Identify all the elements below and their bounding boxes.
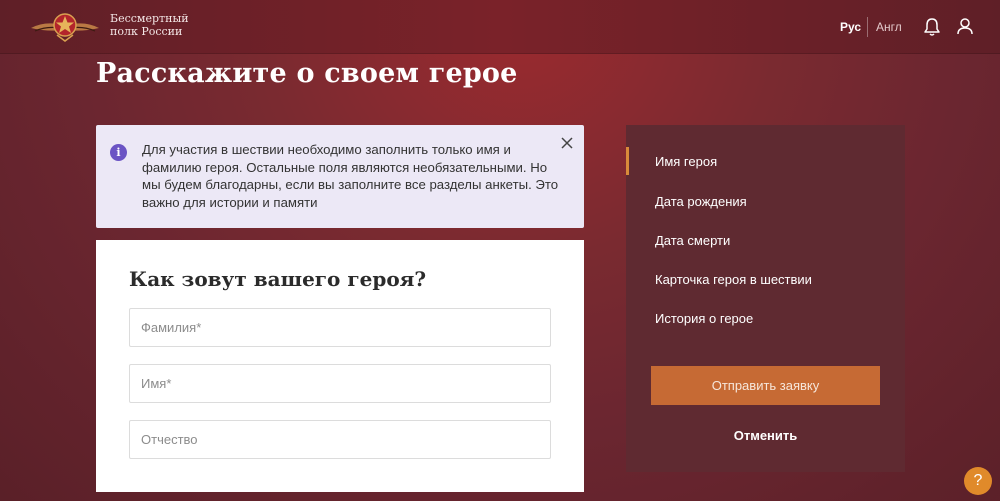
info-text: Для участия в шествии необходимо заполни… [142, 142, 559, 210]
sidebar-item-hero-name[interactable]: Имя героя [655, 154, 717, 169]
close-icon[interactable] [559, 135, 575, 151]
sidebar-item-hero-story[interactable]: История о герое [655, 311, 753, 326]
lang-ru-option[interactable]: Рус [840, 20, 861, 34]
form-title: Как зовут вашего героя? [129, 267, 427, 291]
section-sidebar: Имя героя Дата рождения Дата смерти Карт… [626, 125, 905, 472]
help-button[interactable]: ? [964, 467, 992, 495]
sidebar-item-parade-card[interactable]: Карточка героя в шествии [655, 272, 812, 287]
hero-name-form: Как зовут вашего героя? [96, 240, 584, 492]
submit-application-button[interactable]: Отправить заявку [651, 366, 880, 405]
patronymic-input[interactable] [129, 420, 551, 459]
sidebar-item-death-date[interactable]: Дата смерти [655, 233, 730, 248]
page-title: Расскажите о своем герое [96, 58, 518, 89]
info-notice: i Для участия в шествии необходимо запол… [96, 125, 584, 228]
brand-name[interactable]: Бессмертный полк России [110, 12, 200, 38]
info-icon: i [110, 144, 127, 161]
brand-line-2: полк России [110, 25, 183, 38]
first-name-input[interactable] [129, 364, 551, 403]
sidebar-item-birth-date[interactable]: Дата рождения [655, 194, 747, 209]
lang-en-option[interactable]: Англ [876, 20, 902, 34]
logo-emblem-icon[interactable] [27, 8, 103, 44]
user-icon[interactable] [955, 16, 975, 38]
cancel-button[interactable]: Отменить [651, 428, 880, 443]
top-header: Бессмертный полк России Рус Англ [0, 0, 1000, 54]
surname-input[interactable] [129, 308, 551, 347]
brand-line-1: Бессмертный [110, 12, 189, 25]
lang-divider [867, 17, 868, 37]
active-section-marker [626, 147, 629, 175]
bell-icon[interactable] [922, 16, 942, 38]
